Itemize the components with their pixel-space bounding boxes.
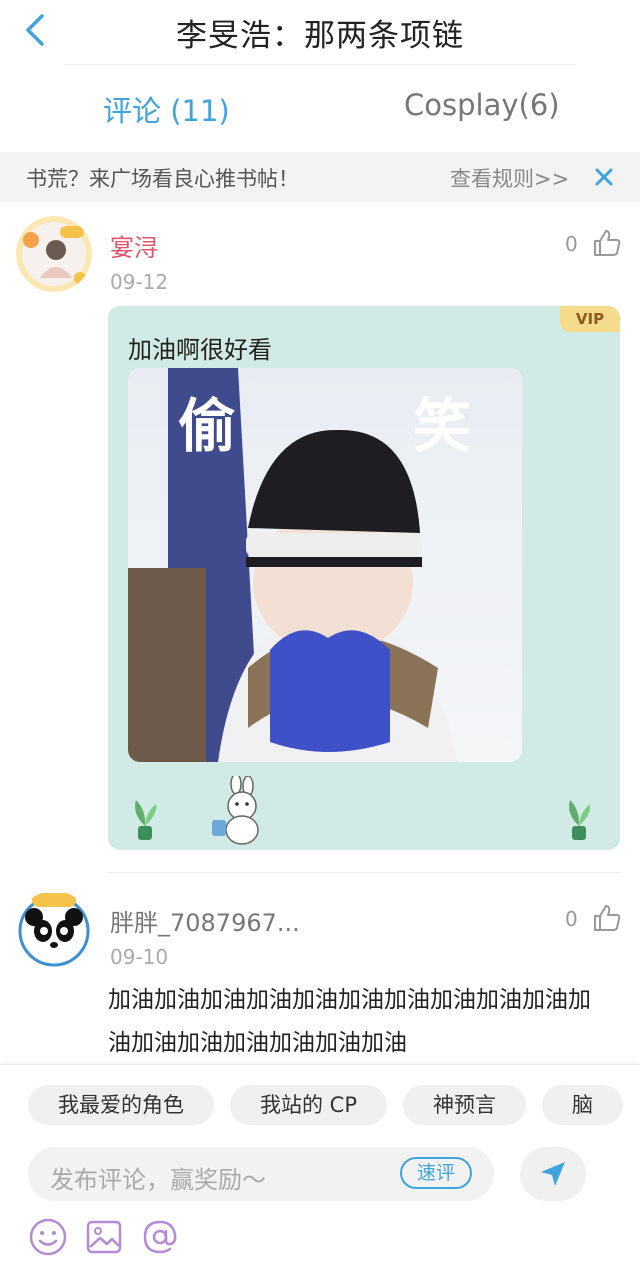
plant-icon — [135, 800, 157, 840]
like-count: 0 — [565, 232, 578, 256]
comment-input-placeholder: 发布评论，赢奖励～ — [50, 1166, 266, 1194]
send-icon — [541, 1162, 565, 1186]
tab-bar: 评论 (11) Cosplay(6) — [0, 66, 640, 150]
quick-comment-button[interactable]: 速评 — [400, 1157, 472, 1189]
page-title: 李旻浩：那两条项链 — [176, 18, 464, 54]
rabbit-icon — [212, 776, 259, 845]
plant-icon — [569, 800, 591, 840]
topic-chip[interactable]: 神预言 — [403, 1085, 527, 1125]
topic-chip[interactable]: 我最爱的角色 — [28, 1085, 214, 1125]
avatar[interactable] — [16, 216, 92, 292]
send-button[interactable] — [520, 1147, 586, 1201]
banner-text[interactable]: 书荒？来广场看良心推书帖！ — [26, 163, 299, 193]
tab-comments[interactable]: 评论 (11) — [103, 88, 230, 130]
image-caption-left: 偷 — [178, 392, 236, 460]
topic-chip[interactable]: 我站的 CP — [230, 1085, 388, 1125]
nav-bar: 李旻浩：那两条项链 — [0, 0, 640, 65]
close-icon[interactable] — [594, 165, 614, 189]
comment-date: 09-12 — [110, 270, 169, 294]
thumbs-up-icon[interactable] — [592, 228, 622, 258]
mention-icon[interactable] — [140, 1217, 180, 1257]
image-icon[interactable] — [84, 1217, 124, 1257]
nav-divider — [64, 64, 576, 65]
comment-composer: 我最爱的角色 我站的 CP 神预言脑 发布评论，赢奖励～ 速评 — [0, 1064, 640, 1276]
image-caption-right: 笑 — [413, 392, 471, 460]
comment-item: 胖胖_7087967... 09-10 0 加油加油加油加油加油加油加油加油加油… — [0, 885, 640, 1065]
topic-chips: 我最爱的角色 我站的 CP 神预言脑 — [28, 1085, 640, 1127]
comment-image[interactable]: 偷 笑 — [128, 368, 522, 762]
emoji-icon[interactable] — [28, 1217, 68, 1257]
comment-divider — [108, 872, 620, 873]
comment-date: 09-10 — [110, 945, 169, 969]
vip-badge: VIP — [560, 306, 620, 332]
comment-item: 宴浔 09-12 0 VIP 加油啊很好看 偷 笑 — [0, 210, 640, 860]
topic-chip[interactable]: 脑 — [542, 1085, 624, 1125]
comment-input[interactable]: 发布评论，赢奖励～ 速评 — [28, 1147, 494, 1201]
comment-text: 加油啊很好看 — [128, 336, 272, 364]
like-count: 0 — [565, 907, 578, 931]
tab-cosplay[interactable]: Cosplay(6) — [404, 88, 560, 122]
promo-banner: 书荒？来广场看良心推书帖！ 查看规则>> — [0, 152, 640, 202]
avatar[interactable] — [16, 891, 92, 967]
comment-username[interactable]: 宴浔 — [110, 228, 158, 263]
comment-text: 加油加油加油加油加油加油加油加油加油加油加油加油加油加油加油加油加油 — [108, 987, 591, 1056]
banner-rules-link[interactable]: 查看规则>> — [450, 163, 569, 193]
comment-username[interactable]: 胖胖_7087967... — [110, 903, 300, 938]
vip-comment-card: VIP 加油啊很好看 偷 笑 — [108, 306, 620, 850]
thumbs-up-icon[interactable] — [592, 903, 622, 933]
